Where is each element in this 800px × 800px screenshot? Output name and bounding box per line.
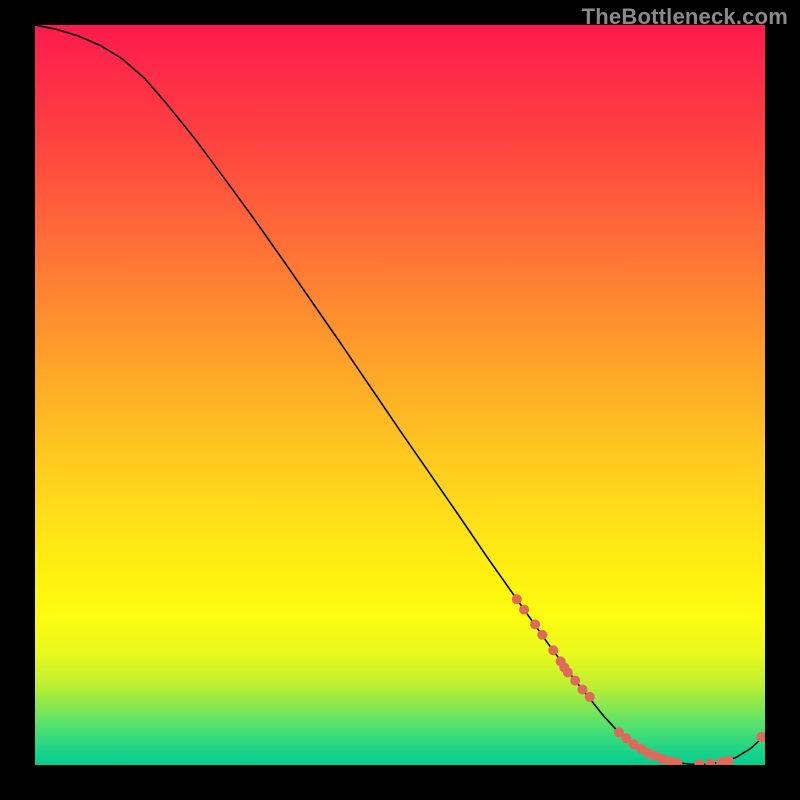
chart-svg	[35, 25, 765, 765]
data-point	[578, 685, 588, 695]
data-point	[563, 668, 573, 678]
data-point	[724, 756, 734, 765]
data-point	[519, 605, 529, 615]
curve-layer	[35, 25, 765, 764]
data-point	[537, 630, 547, 640]
plot-area	[35, 25, 765, 765]
data-point	[548, 645, 558, 655]
data-point	[512, 594, 522, 604]
data-point	[570, 676, 580, 686]
chart-stage: TheBottleneck.com	[0, 0, 800, 800]
data-point	[585, 692, 595, 702]
data-point	[705, 759, 715, 765]
points-layer	[512, 594, 765, 765]
data-point	[694, 759, 704, 765]
data-point	[530, 619, 540, 629]
curve-path	[35, 25, 765, 764]
data-point	[756, 732, 765, 742]
